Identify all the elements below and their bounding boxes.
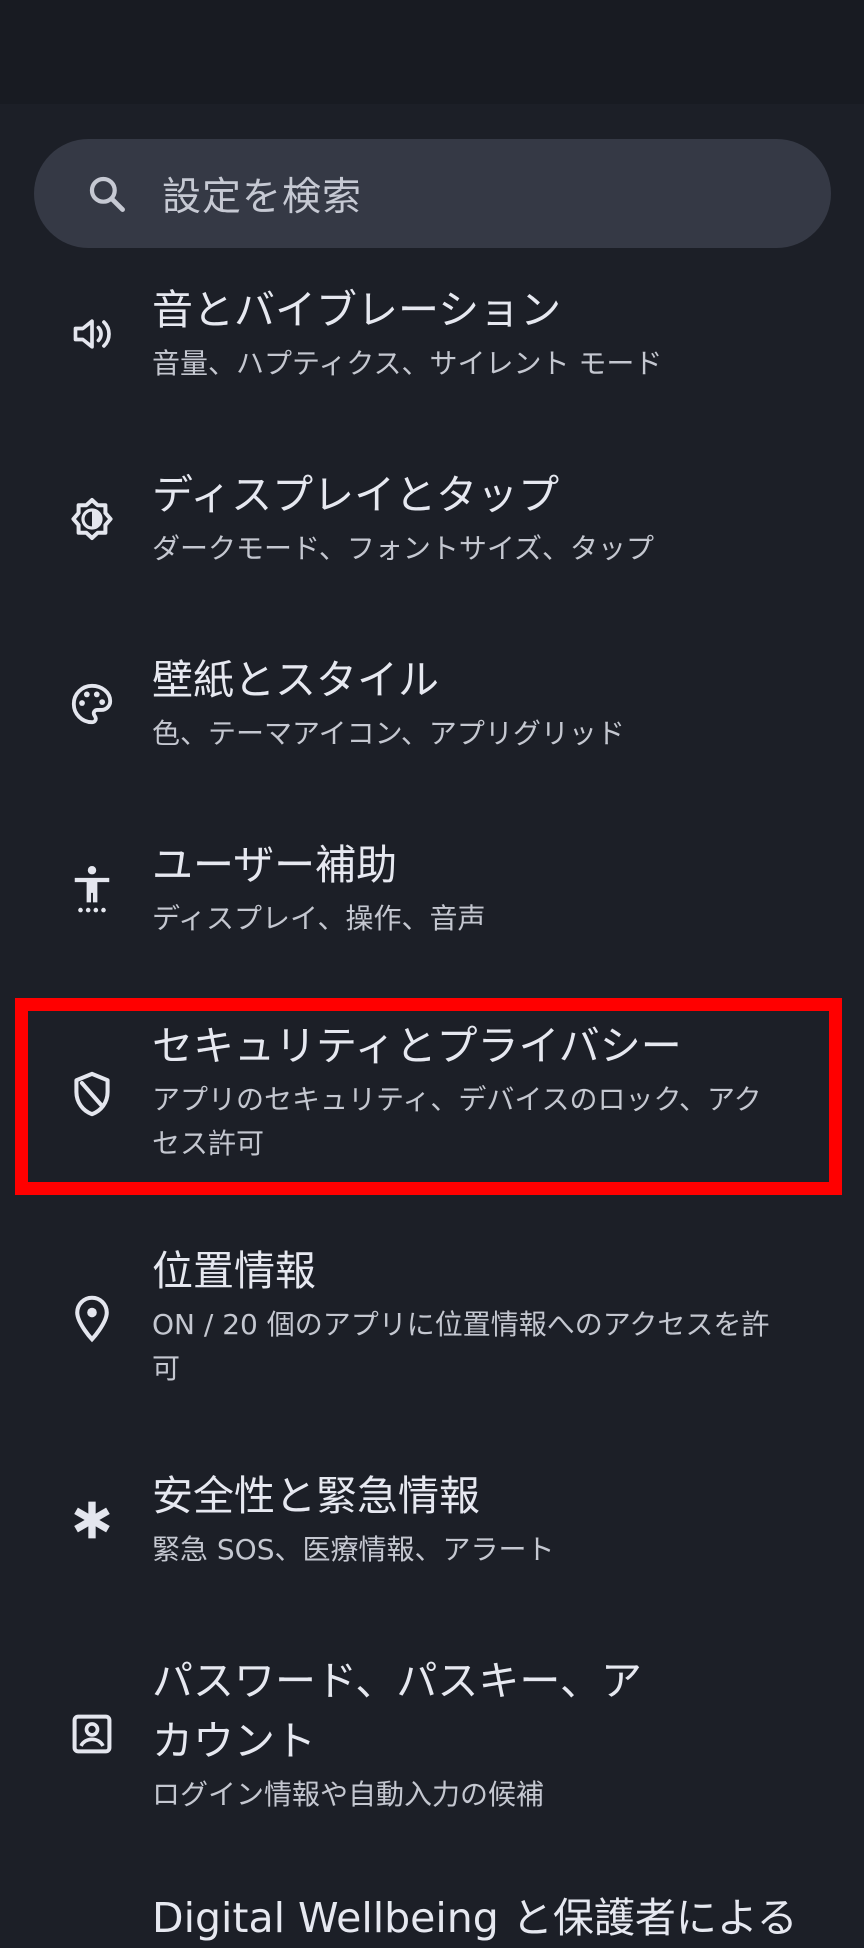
search-placeholder: 設定を検索 [162, 174, 363, 220]
settings-item-display[interactable]: ディスプレイとタップ ダークモード、フォントサイズ、タップ [0, 465, 864, 585]
settings-item-summary: ダークモード、フォントサイズ、タップ [152, 532, 655, 565]
settings-item-summary: 緊急 SOS、医療情報、アラート [152, 1533, 555, 1566]
shield-icon [64, 1066, 120, 1122]
accessibility-icon [64, 861, 120, 917]
settings-item-title: 位置情報 [152, 1247, 316, 1295]
status-bar [0, 0, 864, 104]
settings-item-summary: アプリのセキュリティ、デバイスのロック、アクセス許可 [152, 1083, 762, 1160]
location-pin-icon [64, 1291, 120, 1347]
settings-item-summary: ログイン情報や自動入力の候補 [152, 1778, 545, 1811]
settings-item-title: Digital Wellbeing と保護者による [152, 1894, 798, 1942]
brightness-icon [64, 491, 120, 547]
settings-item-summary: ON / 20 個のアプリに位置情報へのアクセスを許可 [152, 1308, 770, 1385]
settings-item-title: ユーザー補助 [152, 841, 398, 889]
settings-item-summary: 音量、ハプティクス、サイレント モード [152, 347, 663, 380]
settings-item-sound[interactable]: 音とバイブレーション 音量、ハプティクス、サイレント モード [0, 280, 864, 400]
settings-item-title: 安全性と緊急情報 [152, 1472, 480, 1520]
volume-icon [64, 306, 120, 362]
settings-item-digital-wellbeing[interactable]: Digital Wellbeing と保護者による [0, 1888, 864, 1948]
settings-item-title: 音とバイブレーション [152, 286, 562, 334]
settings-item-accessibility[interactable]: ユーザー補助 ディスプレイ、操作、音声 [0, 835, 864, 955]
settings-item-accounts[interactable]: パスワード、パスキー、アカウント ログイン情報や自動入力の候補 [0, 1651, 864, 1831]
search-bar[interactable]: 設定を検索 [34, 139, 831, 248]
settings-item-safety[interactable]: 安全性と緊急情報 緊急 SOS、医療情報、アラート [0, 1466, 864, 1586]
settings-item-summary: ディスプレイ、操作、音声 [152, 902, 486, 935]
search-icon [80, 167, 134, 221]
settings-item-title: パスワード、パスキー、アカウント [152, 1657, 642, 1765]
settings-item-security[interactable]: セキュリティとプライバシー アプリのセキュリティ、デバイスのロック、アクセス許可 [0, 1016, 864, 1181]
palette-icon [64, 676, 120, 732]
settings-item-title: ディスプレイとタップ [152, 471, 560, 519]
settings-item-title: セキュリティとプライバシー [152, 1022, 682, 1070]
account-box-icon [64, 1706, 120, 1762]
asterisk-icon [64, 1492, 120, 1548]
settings-item-title: 壁紙とスタイル [152, 656, 439, 704]
settings-item-wallpaper[interactable]: 壁紙とスタイル 色、テーマアイコン、アプリグリッド [0, 650, 864, 770]
settings-item-location[interactable]: 位置情報 ON / 20 個のアプリに位置情報へのアクセスを許可 [0, 1241, 864, 1406]
settings-item-summary: 色、テーマアイコン、アプリグリッド [152, 717, 625, 750]
